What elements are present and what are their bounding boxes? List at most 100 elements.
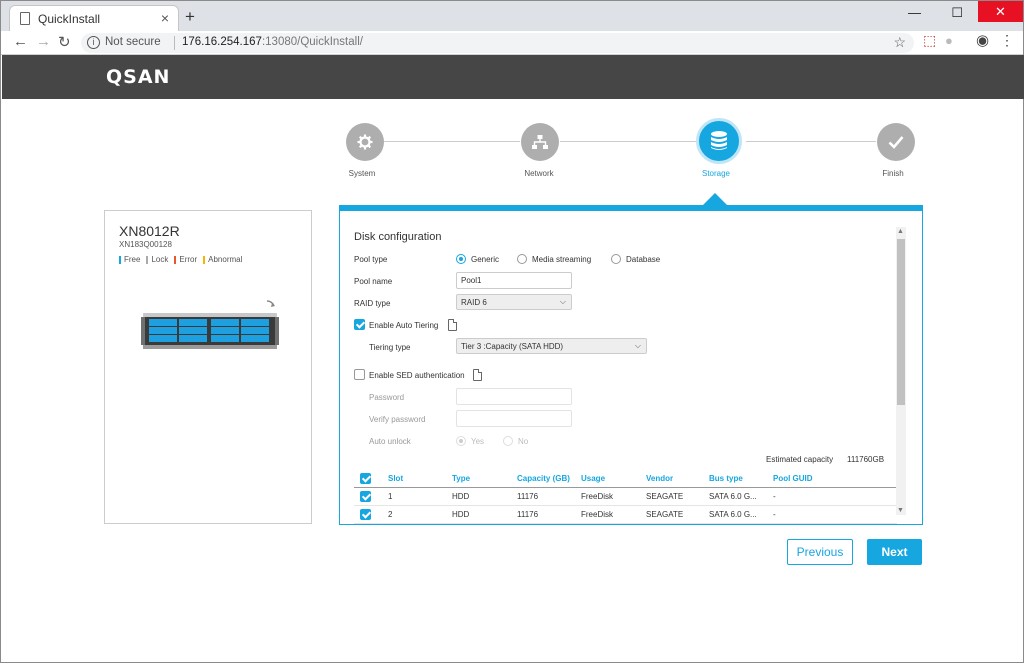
cell-capacity: 11176 <box>517 492 539 501</box>
device-serial: XN183Q00128 <box>119 240 172 249</box>
password-input[interactable] <box>456 388 572 405</box>
column-slot[interactable]: Slot <box>388 474 403 483</box>
column-type[interactable]: Type <box>452 474 470 483</box>
radio-database-label[interactable]: Database <box>626 255 660 264</box>
row-checkbox[interactable] <box>360 491 371 502</box>
scroll-up-icon[interactable]: ▲ <box>897 228 904 235</box>
cell-usage: FreeDisk <box>581 510 614 519</box>
table-row[interactable]: 1 HDD 11176 FreeDisk SEAGATE SATA 6.0 G.… <box>354 488 897 506</box>
minimize-icon[interactable]: — <box>908 5 921 20</box>
browser-tab[interactable]: QuickInstall × <box>9 5 179 31</box>
sed-authentication-label[interactable]: Enable SED authentication <box>369 371 465 380</box>
tiering-type-select[interactable]: Tier 3 :Capacity (SATA HDD) ⌵ <box>456 338 647 354</box>
cell-capacity: 11176 <box>517 510 539 519</box>
profile-icon[interactable]: ◉ <box>976 31 989 49</box>
column-pool-guid[interactable]: Pool GUID <box>773 474 813 483</box>
radio-generic-label[interactable]: Generic <box>471 255 499 264</box>
step-connector <box>746 141 876 142</box>
tiering-type-value: Tier 3 :Capacity (SATA HDD) <box>461 342 564 351</box>
maximize-icon[interactable]: ☐ <box>951 5 963 21</box>
back-icon[interactable]: ← <box>13 33 28 50</box>
estimated-capacity-value: 111760GB <box>847 455 885 464</box>
extension-icon[interactable]: ● <box>945 33 953 48</box>
address-bar: ← → ↻ i Not secure 176.16.254.167:13080/… <box>1 31 1023 55</box>
reload-icon[interactable]: ↻ <box>58 33 71 51</box>
pool-name-label: Pool name <box>354 277 393 286</box>
new-tab-button[interactable]: + <box>185 7 195 27</box>
tiering-type-label: Tiering type <box>369 343 411 352</box>
info-icon[interactable]: i <box>87 36 100 49</box>
verify-password-input[interactable] <box>456 410 572 427</box>
auto-tiering-label[interactable]: Enable Auto Tiering <box>369 321 438 330</box>
radio-generic[interactable] <box>456 254 466 264</box>
column-usage[interactable]: Usage <box>581 474 605 483</box>
radio-auto-unlock-yes-label[interactable]: Yes <box>471 437 484 446</box>
radio-auto-unlock-no-label[interactable]: No <box>518 437 528 446</box>
pool-type-label: Pool type <box>354 255 388 264</box>
bookmark-star-icon[interactable]: ☆ <box>893 34 906 51</box>
radio-media-streaming-label[interactable]: Media streaming <box>532 255 591 264</box>
legend-lock: Lock <box>146 255 168 264</box>
radio-auto-unlock-no[interactable] <box>503 436 513 446</box>
raid-type-select[interactable]: RAID 6 ⌵ <box>456 294 572 310</box>
radio-database[interactable] <box>611 254 621 264</box>
cell-slot: 2 <box>388 510 393 519</box>
estimated-capacity-label: Estimated capacity <box>766 455 834 464</box>
help-document-icon[interactable] <box>473 369 482 381</box>
check-icon <box>888 136 904 149</box>
window-close-button[interactable]: ✕ <box>978 1 1023 22</box>
database-icon <box>711 131 727 150</box>
disk-status-legend: Free Lock Error Abnormal <box>119 255 242 264</box>
divider <box>174 36 175 50</box>
raid-type-value: RAID 6 <box>461 298 487 307</box>
forward-icon[interactable]: → <box>36 33 51 50</box>
legend-free: Free <box>119 255 140 264</box>
security-label: Not secure <box>105 36 161 48</box>
pdf-extension-icon[interactable]: ⬚ <box>923 32 936 49</box>
select-all-checkbox[interactable] <box>360 473 371 484</box>
help-document-icon[interactable] <box>448 319 457 331</box>
step-label-finish: Finish <box>882 169 904 178</box>
table-row[interactable]: 2 HDD 11176 FreeDisk SEAGATE SATA 6.0 G.… <box>354 506 897 524</box>
cell-usage: FreeDisk <box>581 492 614 501</box>
column-bus-type[interactable]: Bus type <box>709 474 743 483</box>
cell-type: HDD <box>452 510 470 519</box>
menu-icon[interactable]: ⋮ <box>1000 32 1014 49</box>
step-system <box>346 123 384 161</box>
gear-icon <box>357 134 373 150</box>
raid-type-label: RAID type <box>354 299 391 308</box>
url-text: 176.16.254.167:13080/QuickInstall/ <box>182 36 363 48</box>
auto-tiering-checkbox[interactable] <box>354 319 365 330</box>
scroll-thumb[interactable] <box>897 239 905 405</box>
cell-slot: 1 <box>388 492 393 501</box>
sed-authentication-checkbox[interactable] <box>354 369 365 380</box>
previous-button[interactable]: Previous <box>787 539 853 565</box>
chevron-down-icon: ⌵ <box>559 297 566 306</box>
pool-name-input[interactable]: Pool1 <box>456 272 572 289</box>
url-field[interactable]: i Not secure 176.16.254.167:13080/QuickI… <box>81 33 914 53</box>
close-tab-icon[interactable]: × <box>161 10 169 26</box>
next-button[interactable]: Next <box>867 539 922 565</box>
column-capacity[interactable]: Capacity (GB) <box>517 474 570 483</box>
step-label-storage: Storage <box>701 169 731 178</box>
storage-panel: Disk configuration Pool type Generic Med… <box>339 205 923 525</box>
device-model: XN8012R <box>119 223 180 239</box>
verify-password-label: Verify password <box>369 415 426 424</box>
step-finish <box>877 123 915 161</box>
app-header: QSAN <box>2 55 1024 99</box>
legend-error: Error <box>174 255 197 264</box>
scroll-down-icon[interactable]: ▼ <box>897 507 904 514</box>
cell-pool-guid: - <box>773 492 776 501</box>
cell-bus-type: SATA 6.0 G... <box>709 510 757 519</box>
cell-type: HDD <box>452 492 470 501</box>
step-connector <box>560 141 696 142</box>
step-network <box>521 123 559 161</box>
row-checkbox[interactable] <box>360 509 371 520</box>
radio-auto-unlock-yes[interactable] <box>456 436 466 446</box>
column-vendor[interactable]: Vendor <box>646 474 673 483</box>
step-connector <box>384 141 520 142</box>
device-panel: XN8012R XN183Q00128 Free Lock Error Abno… <box>104 210 312 524</box>
radio-media-streaming[interactable] <box>517 254 527 264</box>
panel-scrollbar[interactable]: ▲ ▼ <box>896 227 906 515</box>
nas-device-image <box>141 300 279 349</box>
